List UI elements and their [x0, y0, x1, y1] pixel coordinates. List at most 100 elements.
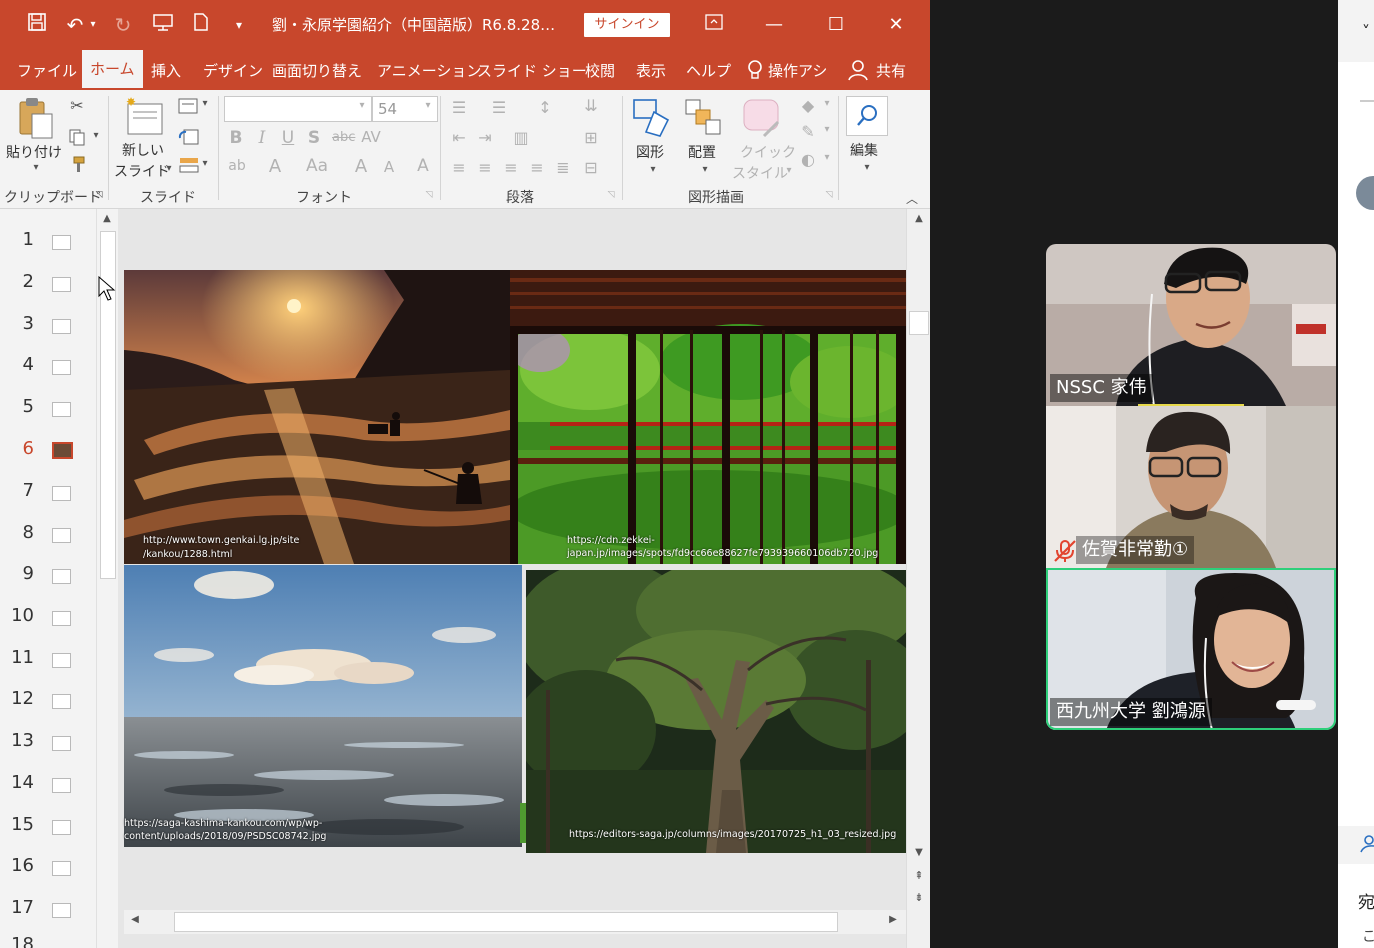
- slide-thumbnail[interactable]: [52, 861, 71, 876]
- shapes-button[interactable]: 図形: [636, 142, 664, 162]
- shape-outline-dropdown-icon[interactable]: ▾: [822, 124, 832, 135]
- justify-icon[interactable]: ≡: [526, 158, 548, 177]
- columns-icon[interactable]: ▥: [510, 128, 532, 147]
- paste-icon[interactable]: [16, 96, 56, 142]
- tab-animations[interactable]: アニメーション: [373, 60, 485, 90]
- quick-styles-dropdown-icon[interactable]: ▾: [784, 165, 794, 176]
- scroll-down-icon[interactable]: ▼: [912, 847, 926, 858]
- save-icon[interactable]: [24, 12, 50, 38]
- slide-thumbnail[interactable]: [52, 528, 71, 543]
- new-file-icon[interactable]: [188, 12, 214, 38]
- cut-icon[interactable]: ✂: [66, 96, 88, 115]
- slide-thumbnail[interactable]: [52, 569, 71, 584]
- font-size-dropdown-icon[interactable]: ▾: [422, 100, 434, 111]
- change-case-icon[interactable]: ab: [226, 158, 248, 174]
- align-text-icon[interactable]: ⊞: [580, 128, 602, 147]
- tab-review[interactable]: 校閲: [581, 60, 619, 90]
- minimize-icon[interactable]: —: [754, 8, 794, 42]
- tab-transitions[interactable]: 画面切り替え: [268, 60, 366, 90]
- layout-dropdown-icon[interactable]: ▾: [200, 98, 210, 109]
- bold-icon[interactable]: B: [228, 128, 244, 148]
- ribbon-display-options-icon[interactable]: [694, 8, 734, 42]
- share-button[interactable]: 共有: [872, 60, 910, 90]
- slide-thumbnail[interactable]: [52, 694, 71, 709]
- slide-horizontal-scrollbar[interactable]: ◀ ▶: [124, 910, 906, 934]
- previous-slide-icon[interactable]: ⇞: [912, 869, 926, 882]
- tab-home[interactable]: ホーム: [82, 50, 143, 88]
- slide-thumbnail[interactable]: [52, 277, 71, 292]
- slide-thumbnail-current[interactable]: [52, 442, 73, 459]
- paste-button[interactable]: 貼り付け: [6, 142, 62, 162]
- editing-dropdown-icon[interactable]: ▾: [862, 162, 872, 173]
- reset-icon[interactable]: [178, 128, 200, 146]
- tell-me-search[interactable]: 操作アシ: [764, 60, 831, 90]
- shape-effects-icon[interactable]: ◐: [798, 150, 818, 169]
- copy-dropdown-icon[interactable]: ▾: [90, 130, 102, 141]
- person-icon[interactable]: [1360, 834, 1374, 854]
- character-spacing-icon[interactable]: AV: [360, 128, 382, 146]
- slide-thumbnail[interactable]: [52, 653, 71, 668]
- signin-button[interactable]: サインイン: [584, 13, 670, 37]
- shape-fill-icon[interactable]: ◆: [798, 96, 818, 115]
- arrange-dropdown-icon[interactable]: ▾: [700, 164, 710, 175]
- smartart-icon[interactable]: ⊟: [580, 158, 602, 177]
- clear-formatting-icon[interactable]: A: [414, 156, 432, 176]
- tab-view[interactable]: 表示: [632, 60, 670, 90]
- format-painter-icon[interactable]: [68, 156, 86, 174]
- share-person-icon[interactable]: [848, 58, 868, 82]
- chevron-icon[interactable]: ˅: [1362, 22, 1370, 41]
- bullets-icon[interactable]: ☰: [448, 98, 470, 117]
- tab-design[interactable]: デザイン: [199, 60, 267, 90]
- customize-qat-icon[interactable]: ▾: [226, 12, 252, 38]
- scroll-left-icon[interactable]: ◀: [128, 914, 142, 925]
- slide-thumbnail[interactable]: [52, 820, 71, 835]
- text-direction-icon[interactable]: ⇊: [580, 96, 602, 115]
- numbering-icon[interactable]: ☰: [488, 98, 510, 117]
- paragraph-launcher-icon[interactable]: ◹: [606, 190, 616, 200]
- maximize-icon[interactable]: ☐: [816, 8, 856, 42]
- text-size-icon[interactable]: Aa: [304, 156, 330, 176]
- thumbnail-scrollbar[interactable]: ▲: [96, 209, 119, 948]
- decrease-indent-icon[interactable]: ⇤: [448, 128, 470, 147]
- shapes-icon[interactable]: [630, 96, 674, 140]
- underline-icon[interactable]: U: [280, 128, 296, 148]
- font-name-dropdown-icon[interactable]: ▾: [356, 100, 368, 111]
- tab-file[interactable]: ファイル: [13, 60, 81, 90]
- slide-vertical-scrollbar[interactable]: ▲ ▼ ⇞ ⇟: [906, 209, 930, 948]
- temple-window-photo[interactable]: [510, 270, 906, 564]
- new-slide-dropdown-icon[interactable]: ▾: [164, 163, 174, 174]
- slide-thumbnail[interactable]: [52, 235, 71, 250]
- clipboard-launcher-icon[interactable]: ◹: [94, 190, 104, 200]
- quick-styles-icon[interactable]: [742, 98, 782, 138]
- slide-thumbnail[interactable]: [52, 402, 71, 417]
- line-spacing-icon[interactable]: ↕: [534, 98, 556, 117]
- scrollbar-thumb[interactable]: [174, 912, 838, 932]
- quick-styles-label-1[interactable]: クイック: [740, 142, 796, 162]
- italic-icon[interactable]: I: [254, 128, 270, 148]
- close-icon[interactable]: ✕: [876, 8, 916, 42]
- new-slide-label-1[interactable]: 新しい: [122, 140, 164, 160]
- terraces-sunset-photo[interactable]: [124, 270, 510, 564]
- undo-dropdown-icon[interactable]: ▾: [86, 12, 100, 38]
- slide-thumbnail[interactable]: [52, 903, 71, 918]
- new-slide-icon[interactable]: ✸: [124, 95, 166, 136]
- decrease-font-icon[interactable]: A: [380, 158, 398, 176]
- arrange-icon[interactable]: [684, 98, 724, 138]
- slide-thumbnail[interactable]: [52, 360, 71, 375]
- slide-thumbnail[interactable]: [52, 486, 71, 501]
- distributed-icon[interactable]: ≣: [552, 158, 574, 177]
- slideshow-from-start-icon[interactable]: [150, 12, 176, 38]
- shape-effects-dropdown-icon[interactable]: ▾: [822, 152, 832, 163]
- tab-slideshow[interactable]: スライド ショー: [473, 60, 591, 90]
- scroll-right-icon[interactable]: ▶: [886, 914, 900, 925]
- section-dropdown-icon[interactable]: ▾: [200, 158, 210, 169]
- collapse-ribbon-icon[interactable]: ︿: [902, 190, 922, 207]
- find-icon[interactable]: [846, 96, 888, 136]
- align-left-icon[interactable]: ≡: [448, 158, 470, 177]
- layout-icon[interactable]: [178, 98, 198, 114]
- undo-icon[interactable]: ↶: [62, 12, 88, 38]
- slide-thumbnail[interactable]: [52, 778, 71, 793]
- font-name-combobox[interactable]: [224, 96, 372, 122]
- editing-button[interactable]: 編集: [850, 140, 878, 160]
- giant-tree-photo[interactable]: [526, 570, 906, 853]
